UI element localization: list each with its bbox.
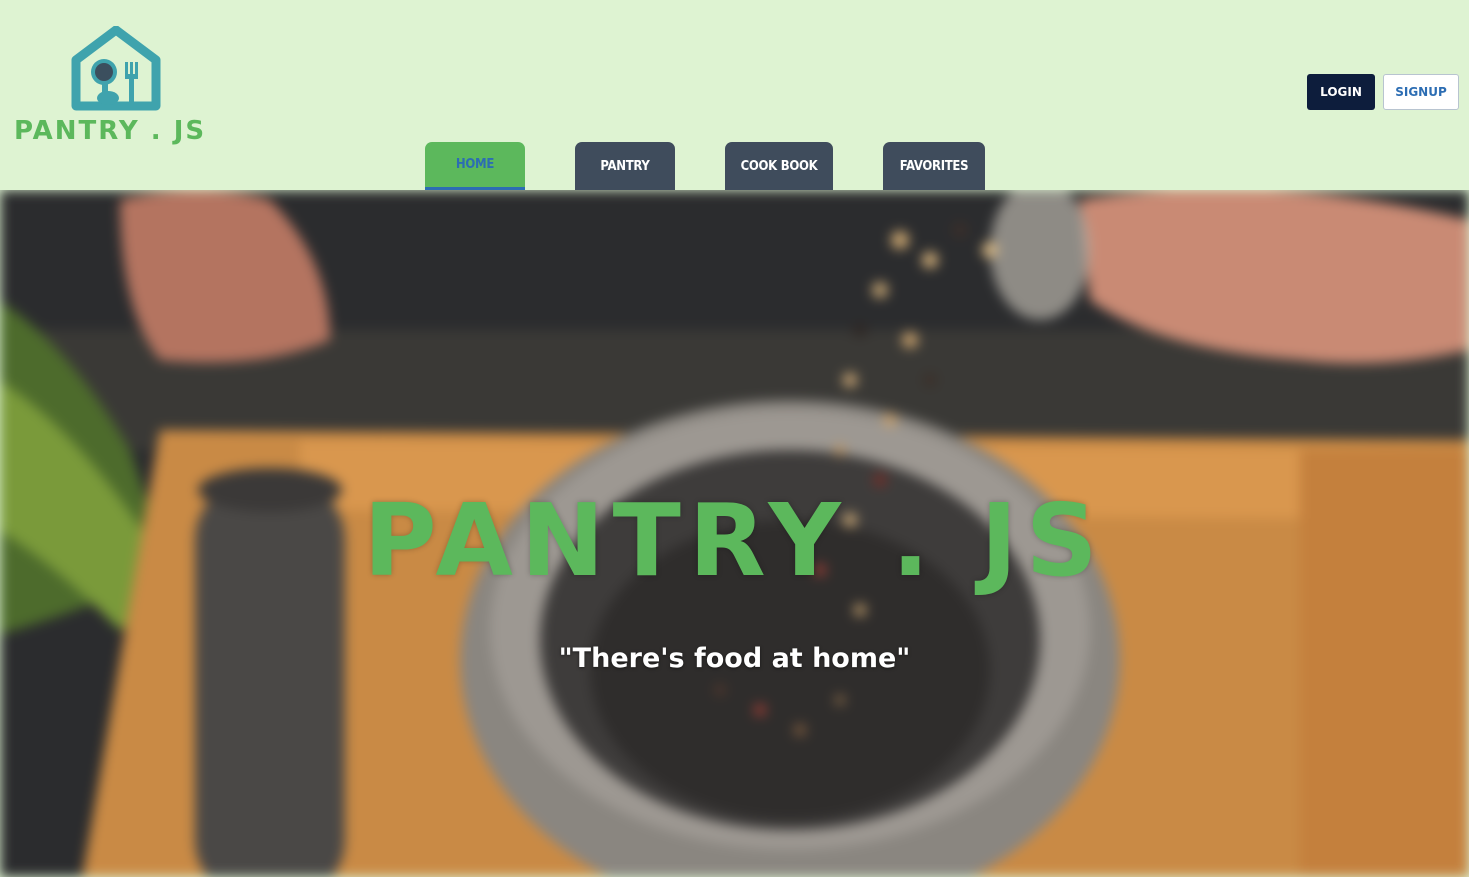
auth-buttons: LOGIN SIGNUP — [1307, 74, 1459, 110]
tab-cook-book[interactable]: COOK BOOK — [725, 142, 833, 190]
hero-section: PANTRY . JS "There's food at home" — [0, 190, 1469, 877]
signup-button[interactable]: SIGNUP — [1383, 74, 1459, 110]
site-header: PANTRY . JS LOGIN SIGNUP HOME PANTRY COO… — [0, 0, 1469, 190]
hero-tagline: "There's food at home" — [558, 643, 911, 674]
hero-title: PANTRY . JS — [363, 482, 1106, 599]
tab-home[interactable]: HOME — [425, 142, 525, 190]
login-button[interactable]: LOGIN — [1307, 74, 1375, 110]
tab-pantry[interactable]: PANTRY — [575, 142, 675, 190]
house-with-plate-and-fork-icon — [71, 26, 161, 111]
site-logo[interactable]: PANTRY . JS — [12, 26, 222, 146]
logo-text: PANTRY . JS — [14, 116, 207, 146]
tab-favorites[interactable]: FAVORITES — [883, 142, 985, 190]
